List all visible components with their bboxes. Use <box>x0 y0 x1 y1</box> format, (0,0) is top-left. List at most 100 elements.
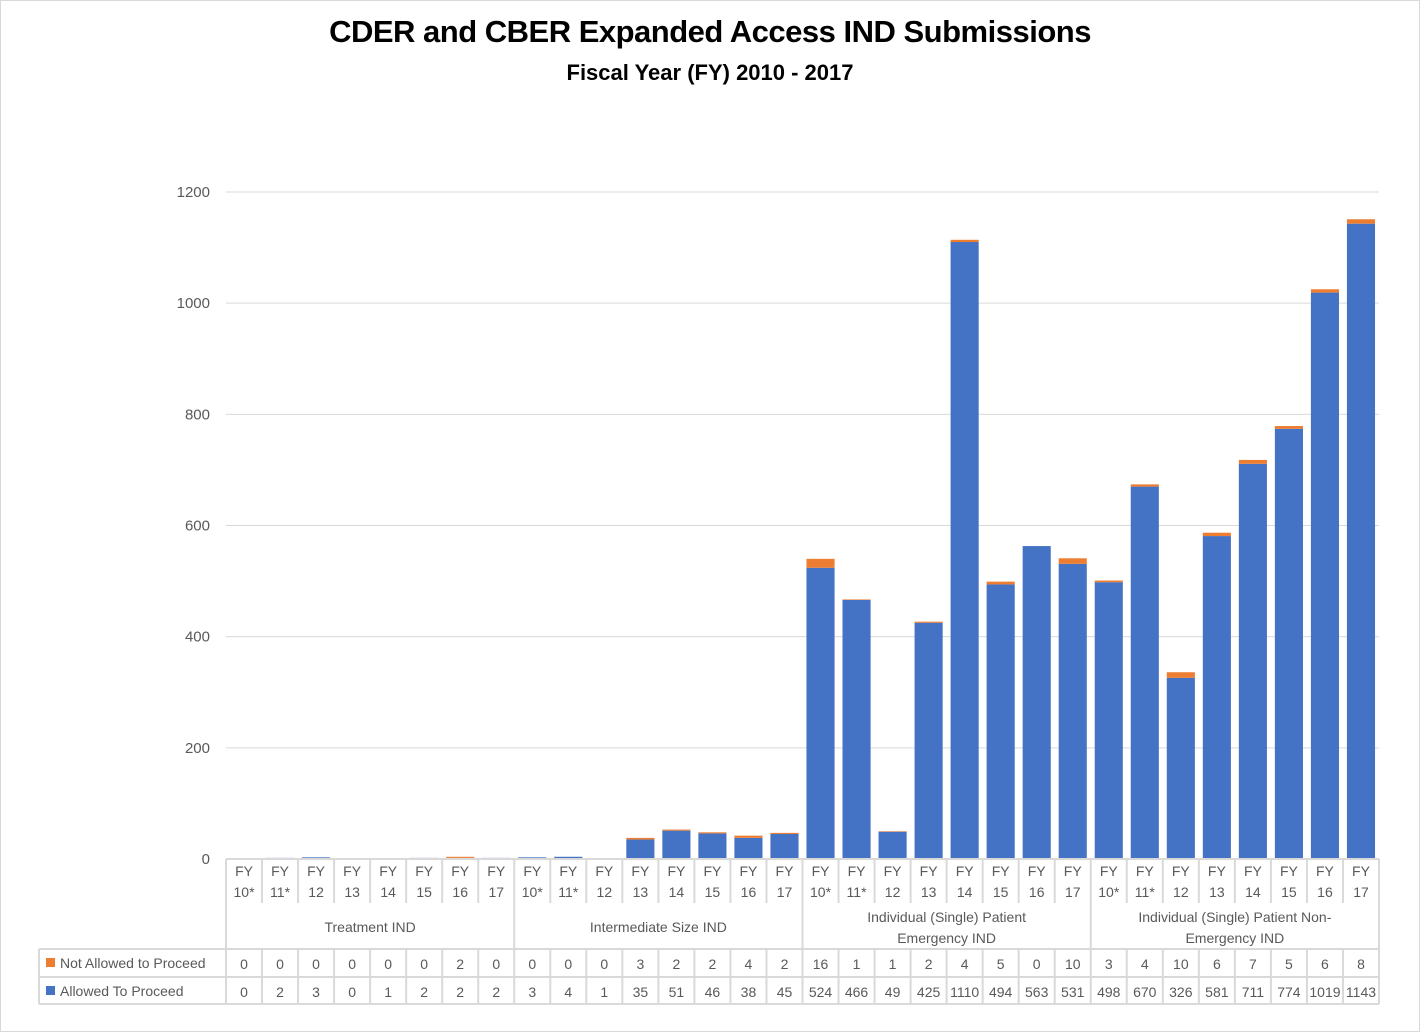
table-cell-allowed: 3 <box>528 984 536 1000</box>
bar-allowed <box>1238 463 1267 859</box>
bar-allowed <box>1166 677 1195 859</box>
x-tick-label-fy: FY <box>1280 863 1299 879</box>
x-tick-label-year: 14 <box>957 884 973 900</box>
bar-not-allowed <box>950 239 979 243</box>
x-tick-label-year: 12 <box>1173 884 1189 900</box>
y-tick-label: 200 <box>185 740 210 757</box>
table-cell-allowed: 2 <box>276 984 284 1000</box>
table-cell-allowed: 494 <box>989 984 1013 1000</box>
x-tick-label-year: 13 <box>921 884 937 900</box>
x-tick-label-year: 10* <box>522 884 544 900</box>
legend-label-not-allowed: Not Allowed to Proceed <box>60 955 206 971</box>
x-tick-label-fy: FY <box>667 863 686 879</box>
bar-allowed <box>986 584 1015 859</box>
bar-allowed <box>914 622 943 859</box>
table-cell-allowed: 38 <box>741 984 757 1000</box>
bar-allowed <box>1058 563 1087 859</box>
x-tick-label-fy: FY <box>1136 863 1155 879</box>
x-tick-label-year: 14 <box>1245 884 1261 900</box>
table-cell-allowed: 524 <box>809 984 833 1000</box>
bar-not-allowed <box>914 621 943 623</box>
x-tick-label-year: 15 <box>416 884 432 900</box>
x-tick-label-year: 12 <box>885 884 901 900</box>
table-cell-not-allowed: 2 <box>456 956 464 972</box>
table-cell-allowed: 2 <box>420 984 428 1000</box>
bar-allowed <box>950 242 979 859</box>
table-cell-allowed: 670 <box>1133 984 1157 1000</box>
table-cell-not-allowed: 0 <box>240 956 248 972</box>
x-tick-label-year: 16 <box>1029 884 1045 900</box>
table-cell-allowed: 51 <box>669 984 685 1000</box>
bar-not-allowed <box>662 829 691 831</box>
x-tick-label-fy: FY <box>884 863 903 879</box>
table-cell-allowed: 1019 <box>1309 984 1340 1000</box>
bar-allowed <box>1022 546 1051 859</box>
x-tick-label-year: 14 <box>380 884 396 900</box>
table-cell-not-allowed: 4 <box>745 956 753 972</box>
bar-not-allowed <box>878 831 907 832</box>
x-tick-label-fy: FY <box>848 863 867 879</box>
table-cell-allowed: 1143 <box>1346 984 1376 1000</box>
bar-not-allowed <box>1130 484 1159 487</box>
x-group-label: Intermediate Size IND <box>590 919 727 935</box>
table-cell-not-allowed: 2 <box>672 956 680 972</box>
x-tick-label-year: 17 <box>1065 884 1081 900</box>
table-cell-not-allowed: 2 <box>925 956 933 972</box>
table-cell-allowed: 531 <box>1061 984 1085 1000</box>
table-cell-not-allowed: 3 <box>1105 956 1113 972</box>
table-cell-allowed: 581 <box>1205 984 1229 1000</box>
y-tick-label: 1000 <box>177 295 210 312</box>
bar-allowed <box>662 830 691 859</box>
table-cell-not-allowed: 7 <box>1249 956 1257 972</box>
x-tick-label-year: 16 <box>741 884 757 900</box>
bar-allowed <box>878 831 907 859</box>
table-cell-not-allowed: 0 <box>312 956 320 972</box>
x-tick-label-year: 12 <box>597 884 613 900</box>
x-tick-label-fy: FY <box>992 863 1011 879</box>
table-cell-not-allowed: 1 <box>853 956 861 972</box>
bar-not-allowed <box>770 832 799 834</box>
table-cell-allowed: 45 <box>777 984 793 1000</box>
table-cell-allowed: 1 <box>600 984 608 1000</box>
table-cell-allowed: 3 <box>312 984 320 1000</box>
table-cell-not-allowed: 5 <box>1285 956 1293 972</box>
table-cell-allowed: 1110 <box>950 984 979 1000</box>
x-tick-label-year: 11* <box>558 884 579 900</box>
table-cell-not-allowed: 4 <box>1141 956 1149 972</box>
x-tick-label-fy: FY <box>1352 863 1371 879</box>
table-cell-not-allowed: 6 <box>1321 956 1329 972</box>
table-cell-not-allowed: 3 <box>636 956 644 972</box>
table-cell-not-allowed: 0 <box>492 956 500 972</box>
x-tick-label-year: 10* <box>234 884 256 900</box>
x-tick-label-fy: FY <box>343 863 362 879</box>
x-tick-label-fy: FY <box>631 863 650 879</box>
table-cell-allowed: 1 <box>384 984 392 1000</box>
x-tick-label-year: 15 <box>1281 884 1297 900</box>
x-tick-label-fy: FY <box>307 863 326 879</box>
x-tick-label-fy: FY <box>271 863 290 879</box>
table-cell-not-allowed: 0 <box>420 956 428 972</box>
bar-not-allowed <box>626 837 655 840</box>
bar-allowed <box>842 599 871 859</box>
x-tick-label-fy: FY <box>415 863 434 879</box>
bar-allowed <box>1130 486 1159 859</box>
bar-not-allowed <box>1310 289 1340 293</box>
x-tick-label-fy: FY <box>1208 863 1227 879</box>
table-cell-not-allowed: 0 <box>276 956 284 972</box>
x-group-label: Emergency IND <box>897 930 996 946</box>
table-cell-not-allowed: 0 <box>348 956 356 972</box>
table-cell-allowed: 0 <box>348 984 356 1000</box>
x-tick-label-year: 11* <box>1135 884 1156 900</box>
x-tick-label-year: 17 <box>777 884 793 900</box>
bar-not-allowed <box>1238 459 1267 464</box>
x-group-label: Individual (Single) Patient <box>867 909 1026 925</box>
legend-label-allowed: Allowed To Proceed <box>60 983 183 999</box>
bar-allowed <box>1274 428 1303 859</box>
bar-allowed <box>626 839 655 859</box>
bar-allowed <box>1094 582 1123 859</box>
bar-not-allowed <box>698 832 727 834</box>
table-cell-not-allowed: 2 <box>709 956 717 972</box>
bar-not-allowed <box>1202 532 1231 537</box>
y-tick-label: 800 <box>185 406 210 423</box>
x-tick-label-fy: FY <box>379 863 398 879</box>
